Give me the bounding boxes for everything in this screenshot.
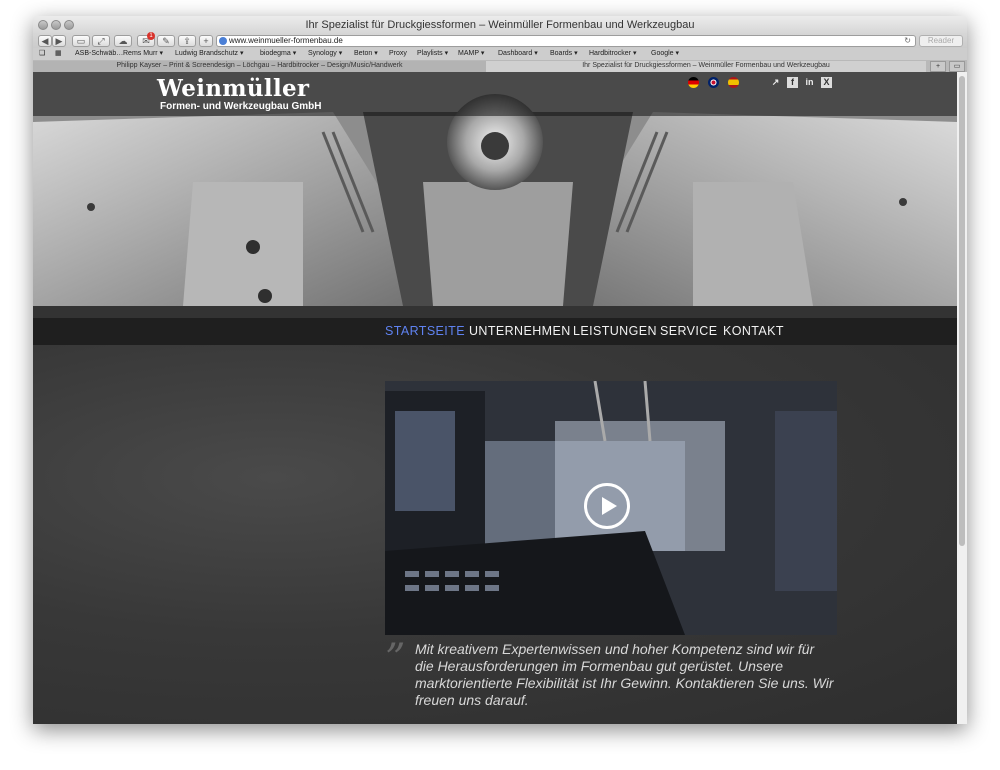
tab-label: Philipp Kayser – Print & Screendesign – … [116, 62, 403, 69]
notifications-button[interactable]: ✉ 1 [137, 32, 155, 47]
de-flag-icon[interactable] [688, 77, 699, 88]
reload-icon[interactable]: ↻ [904, 36, 911, 46]
intro-quote: Mit kreativem Expertenwissen und hoher K… [415, 641, 834, 708]
vertical-scrollbar[interactable] [957, 72, 967, 724]
tab-bar: Philipp Kayser – Print & Screendesign – … [33, 60, 967, 72]
url-text: www.weinmueller-formenbau.de [229, 36, 343, 45]
bookmark-item[interactable]: Synology ▾ [308, 49, 342, 59]
bookmark-item[interactable]: Google ▾ [651, 49, 679, 59]
back-button[interactable]: ◀ [38, 35, 52, 47]
tab-overview-button[interactable]: ▭ [949, 61, 965, 72]
bookmark-item[interactable]: Boards ▾ [550, 49, 578, 59]
bookmark-item[interactable]: Hardbitrocker ▾ [589, 49, 636, 59]
new-tab-icon: + [203, 36, 209, 46]
tab-label: Ihr Spezialist für Druckgiessformen – We… [582, 62, 830, 69]
bookmark-item[interactable]: Proxy [389, 49, 407, 59]
hero-image: Weinmüller Formen- und Werkzeugbau GmbH … [33, 72, 957, 306]
video-player[interactable] [385, 381, 837, 635]
new-tab-button[interactable]: + [199, 35, 213, 47]
main-content: ” Mit kreativem Expertenwissen und hoher… [33, 345, 957, 724]
logo-subtitle: Formen- und Werkzeugbau GmbH [160, 101, 322, 112]
title-bar: Ihr Spezialist für Druckgiessformen – We… [33, 16, 967, 34]
forward-icon: ▶ [55, 36, 63, 46]
globe-icon [219, 37, 227, 45]
tab-overview-icon: ▭ [953, 63, 961, 70]
facebook-icon[interactable]: f [787, 77, 798, 88]
nav-service[interactable]: SERVICE [660, 318, 717, 345]
nav-startseite[interactable]: STARTSEITE [385, 318, 465, 345]
reader-button[interactable]: Reader [919, 35, 963, 47]
web-page: Weinmüller Formen- und Werkzeugbau GmbH … [33, 72, 957, 724]
window-title: Ihr Spezialist für Druckgiessformen – We… [305, 19, 695, 31]
main-navigation: STARTSEITE UNTERNEHMEN LEISTUNGEN SERVIC… [33, 318, 957, 345]
play-button[interactable] [584, 483, 630, 529]
logo[interactable]: Weinmüller Formen- und Werkzeugbau GmbH [157, 75, 322, 113]
address-bar[interactable]: www.weinmueller-formenbau.de ↻ [216, 35, 916, 47]
forward-button[interactable]: ▶ [52, 35, 66, 47]
linkedin-icon[interactable]: in [804, 77, 815, 88]
bookmark-item[interactable]: MAMP ▾ [458, 49, 484, 59]
play-icon [602, 497, 617, 515]
es-flag-icon[interactable] [728, 77, 739, 88]
tools-button[interactable]: ✎ [157, 35, 175, 47]
sidebar-icon: ▭ [76, 36, 86, 46]
scrollbar-thumb[interactable] [959, 76, 965, 546]
new-tab-plus-button[interactable]: + [930, 61, 946, 72]
nav-leistungen[interactable]: LEISTUNGEN [573, 318, 657, 345]
xing-icon[interactable]: X [821, 77, 832, 88]
bookmark-item[interactable]: Playlists ▾ [417, 49, 448, 59]
bookmark-item[interactable]: Ludwig Brandschutz ▾ [175, 49, 244, 59]
nav-unternehmen[interactable]: UNTERNEHMEN [469, 318, 571, 345]
zoom-window-button[interactable] [64, 20, 74, 30]
share-icon[interactable]: ↗ [770, 77, 781, 88]
reader-label: Reader [927, 36, 955, 45]
uk-flag-icon[interactable] [708, 77, 719, 88]
tab-philipp-kayser[interactable]: Philipp Kayser – Print & Screendesign – … [33, 61, 486, 72]
notification-badge: 1 [147, 32, 155, 40]
bookmark-item[interactable]: Rems Murr ▾ [123, 49, 163, 59]
plus-icon: + [935, 63, 941, 70]
minimize-window-button[interactable] [51, 20, 61, 30]
cloud-tabs-icon: ☁ [118, 36, 128, 46]
bookmark-item[interactable]: ASB-Schwäb… [75, 49, 123, 59]
top-sites-grid-icon[interactable]: ▦ [55, 49, 62, 59]
bookmark-item[interactable]: biodegma ▾ [260, 49, 296, 59]
share-icon: ⇪ [183, 36, 191, 46]
sidebar-button[interactable]: ▭ [72, 35, 90, 47]
cloud-tabs-button[interactable]: ☁ [114, 35, 132, 47]
share-button[interactable]: ⇪ [178, 35, 196, 47]
bookmark-item[interactable]: Beton ▾ [354, 49, 378, 59]
tab-weinmueller[interactable]: Ihr Spezialist für Druckgiessformen – We… [486, 61, 926, 72]
browser-toolbar: ◀ ▶ ▭ ⤢ ☁ ✉ 1 ✎ ⇪ + www.weinmueller-form… [33, 32, 967, 48]
fullscreen-icon: ⤢ [97, 36, 105, 46]
fullscreen-button[interactable]: ⤢ [92, 35, 110, 47]
close-window-button[interactable] [38, 20, 48, 30]
browser-window: Ihr Spezialist für Druckgiessformen – We… [33, 16, 967, 724]
nav-kontakt[interactable]: KONTAKT [723, 318, 784, 345]
quote-mark: ” [385, 636, 406, 682]
tools-icon: ✎ [162, 36, 170, 46]
back-icon: ◀ [41, 36, 49, 46]
bookmarks-book-icon[interactable]: ❑ [39, 49, 45, 59]
logo-name: Weinmüller [157, 75, 310, 102]
bookmark-item[interactable]: Dashboard ▾ [498, 49, 538, 59]
